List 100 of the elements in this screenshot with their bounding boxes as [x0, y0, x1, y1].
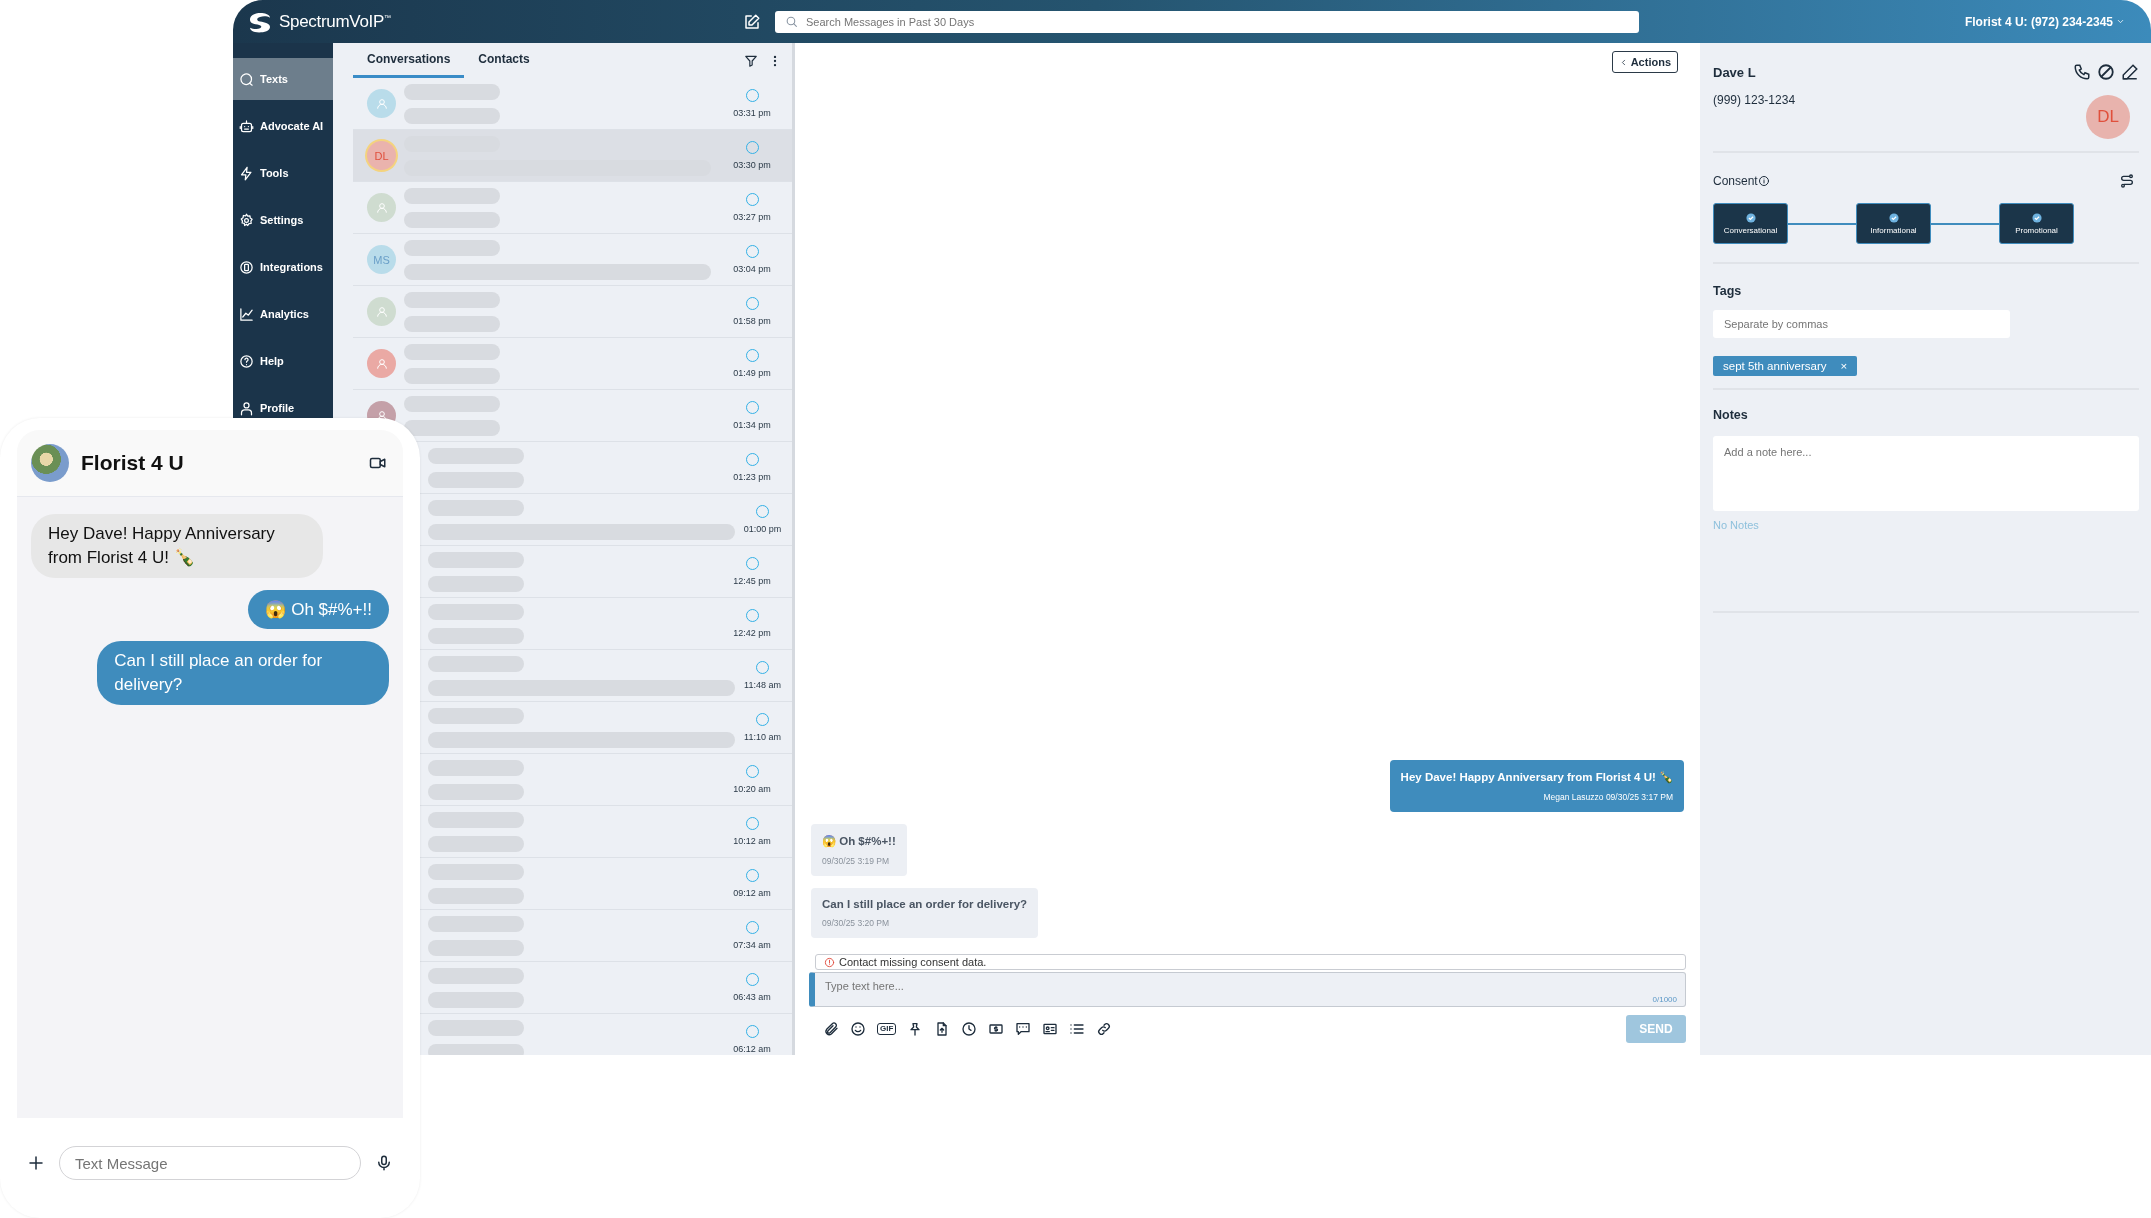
conversation-row[interactable]: MS 03:04 pm	[353, 234, 792, 286]
message-meta: 09/30/25 3:20 PM	[822, 918, 891, 928]
message-time: 10:12 am	[733, 836, 771, 846]
message-time: 10:20 am	[733, 784, 771, 794]
message-bubble: 😱 Oh $#%+!!	[248, 589, 389, 630]
message-time: 06:12 am	[733, 1044, 771, 1054]
conversation-row[interactable]: 12:42 pm	[420, 598, 792, 650]
tag-chip: sept 5th anniversary ×	[1713, 356, 1858, 376]
conversation-row[interactable]: 12:45 pm	[420, 546, 792, 598]
microphone-icon	[375, 1154, 393, 1172]
consent-step[interactable]: Informational	[1856, 203, 1931, 244]
smiley-icon[interactable]	[850, 1021, 866, 1037]
sidebar-item[interactable]: Advocate AI	[233, 105, 333, 147]
consent-step[interactable]: Promotional	[1999, 203, 2074, 244]
message-text: Can I still place an order for delivery?	[822, 898, 1028, 910]
brand-logo-text: SpectrumVoIP$^{™}$	[279, 11, 391, 32]
character-counter: 0/1000	[1652, 995, 1677, 1004]
message-time: 11:10 am	[744, 732, 781, 742]
text-message-field[interactable]: Text Message	[59, 1146, 361, 1180]
conversation-row[interactable]: 06:43 am	[420, 962, 792, 1014]
sidebar-item[interactable]: Texts	[233, 58, 333, 100]
no-notes-text: No Notes	[1713, 519, 1760, 531]
help-icon	[239, 353, 254, 369]
sidebar-item[interactable]: Tools	[233, 152, 333, 194]
list-icon[interactable]	[1069, 1021, 1086, 1037]
conversation-row[interactable]: 01:00 pm	[420, 494, 792, 546]
sidebar-item[interactable]: Analytics	[233, 293, 333, 335]
conversation-row[interactable]: 03:31 pm	[353, 78, 792, 130]
remove-tag-button[interactable]: ×	[1840, 360, 1848, 372]
message-input[interactable]: Type text here...	[823, 977, 1677, 995]
chat-bubble-icon	[239, 71, 254, 87]
message-time: 12:42 pm	[733, 628, 771, 638]
line-chart-icon	[239, 306, 254, 322]
link-icon[interactable]	[1096, 1021, 1113, 1037]
message-time: 03:31 pm	[733, 108, 771, 118]
message-time: 01:23 pm	[733, 472, 771, 482]
conversation-row[interactable]: 10:20 am	[420, 754, 792, 806]
dollar-bill-icon[interactable]	[988, 1021, 1005, 1037]
route-settings-icon	[2119, 173, 2135, 189]
message-bubble: Can I still place an order for delivery?	[97, 641, 389, 705]
block-icon[interactable]	[2097, 63, 2115, 81]
conversation-row[interactable]: 11:10 am	[420, 702, 792, 754]
conversation-row[interactable]: 10:12 am	[420, 806, 792, 858]
message-time: 03:30 pm	[733, 160, 771, 170]
clock-icon[interactable]	[961, 1021, 978, 1037]
conversation-row[interactable]: 01:58 pm	[353, 286, 792, 338]
notes-field[interactable]: Add a note here...	[1713, 436, 2139, 511]
chat-title: Florist 4 U	[81, 451, 184, 475]
sidebar-item[interactable]: Settings	[233, 199, 333, 241]
robot-icon	[239, 118, 254, 134]
message-time: 12:45 pm	[733, 576, 771, 586]
message-time: 01:00 pm	[743, 524, 782, 534]
tags-label: Tags	[1713, 284, 1743, 298]
warning-text: Contact missing consent data.	[839, 956, 987, 968]
alert-circle-icon	[824, 956, 835, 968]
contact-avatar: DL	[2086, 95, 2130, 139]
photo-placeholder	[31, 444, 69, 482]
conversation-row[interactable]: 07:34 am	[420, 910, 792, 962]
account-menu[interactable]: Florist 4 U: (972) 234-2345	[1964, 14, 2125, 29]
search-icon	[785, 15, 798, 28]
conversation-row[interactable]: 09:12 am	[420, 858, 792, 910]
message-time: 06:43 am	[733, 992, 771, 1002]
sidebar-item[interactable]: Help	[233, 340, 333, 382]
message-time: 09:12 am	[733, 888, 771, 898]
notes-label: Notes	[1713, 408, 1749, 422]
integration-circle-icon	[239, 259, 254, 275]
message-text: Hey Dave! Happy Anniversary from Florist 4 U! 🍾	[1400, 770, 1673, 784]
conversation-row[interactable]: 01:49 pm	[353, 338, 792, 390]
message-time: 11:48 am	[744, 680, 781, 690]
conversation-row[interactable]: 01:23 pm	[420, 442, 792, 494]
tab[interactable]: Contacts	[464, 43, 544, 78]
message-time: 07:34 am	[733, 940, 771, 950]
conversation-row[interactable]: 06:12 am	[420, 1014, 792, 1055]
paperclip-icon[interactable]	[823, 1021, 839, 1037]
message-time: 03:04 pm	[733, 264, 771, 274]
phone-icon[interactable]	[2073, 63, 2091, 81]
checkmark-icon	[1745, 212, 1756, 223]
contact-name: Dave L	[1713, 64, 1756, 80]
filter-icon	[744, 53, 758, 68]
plus-icon	[27, 1154, 45, 1172]
tags-field[interactable]: Separate by commas	[1713, 310, 2010, 338]
conversation-row[interactable]: 03:27 pm	[353, 182, 792, 234]
sidebar-item[interactable]: Integrations	[233, 246, 333, 288]
checkmark-icon	[2031, 212, 2042, 223]
message-time: 01:34 pm	[733, 420, 771, 430]
avatar: DL	[367, 141, 396, 170]
message-time: 01:58 pm	[733, 316, 771, 326]
actions-button[interactable]: Actions	[1611, 51, 1678, 73]
compose-icon	[743, 12, 761, 31]
message-bubble: Hey Dave! Happy Anniversary from Florist 4 U! 🍾	[31, 514, 323, 578]
info-icon	[1757, 175, 1770, 187]
conversation-row[interactable]: 11:48 am	[420, 650, 792, 702]
star-message-icon[interactable]	[1015, 1021, 1032, 1037]
consent-step[interactable]: Conversational	[1713, 203, 1788, 244]
gif-button[interactable]: GIF	[877, 1023, 897, 1035]
settings-icon	[239, 212, 254, 228]
tab[interactable]: Conversations	[353, 43, 465, 78]
edit-icon[interactable]	[2121, 63, 2139, 81]
message-text: 😱 Oh $#%+!!	[822, 834, 896, 848]
contact-card-icon[interactable]	[1042, 1021, 1059, 1037]
